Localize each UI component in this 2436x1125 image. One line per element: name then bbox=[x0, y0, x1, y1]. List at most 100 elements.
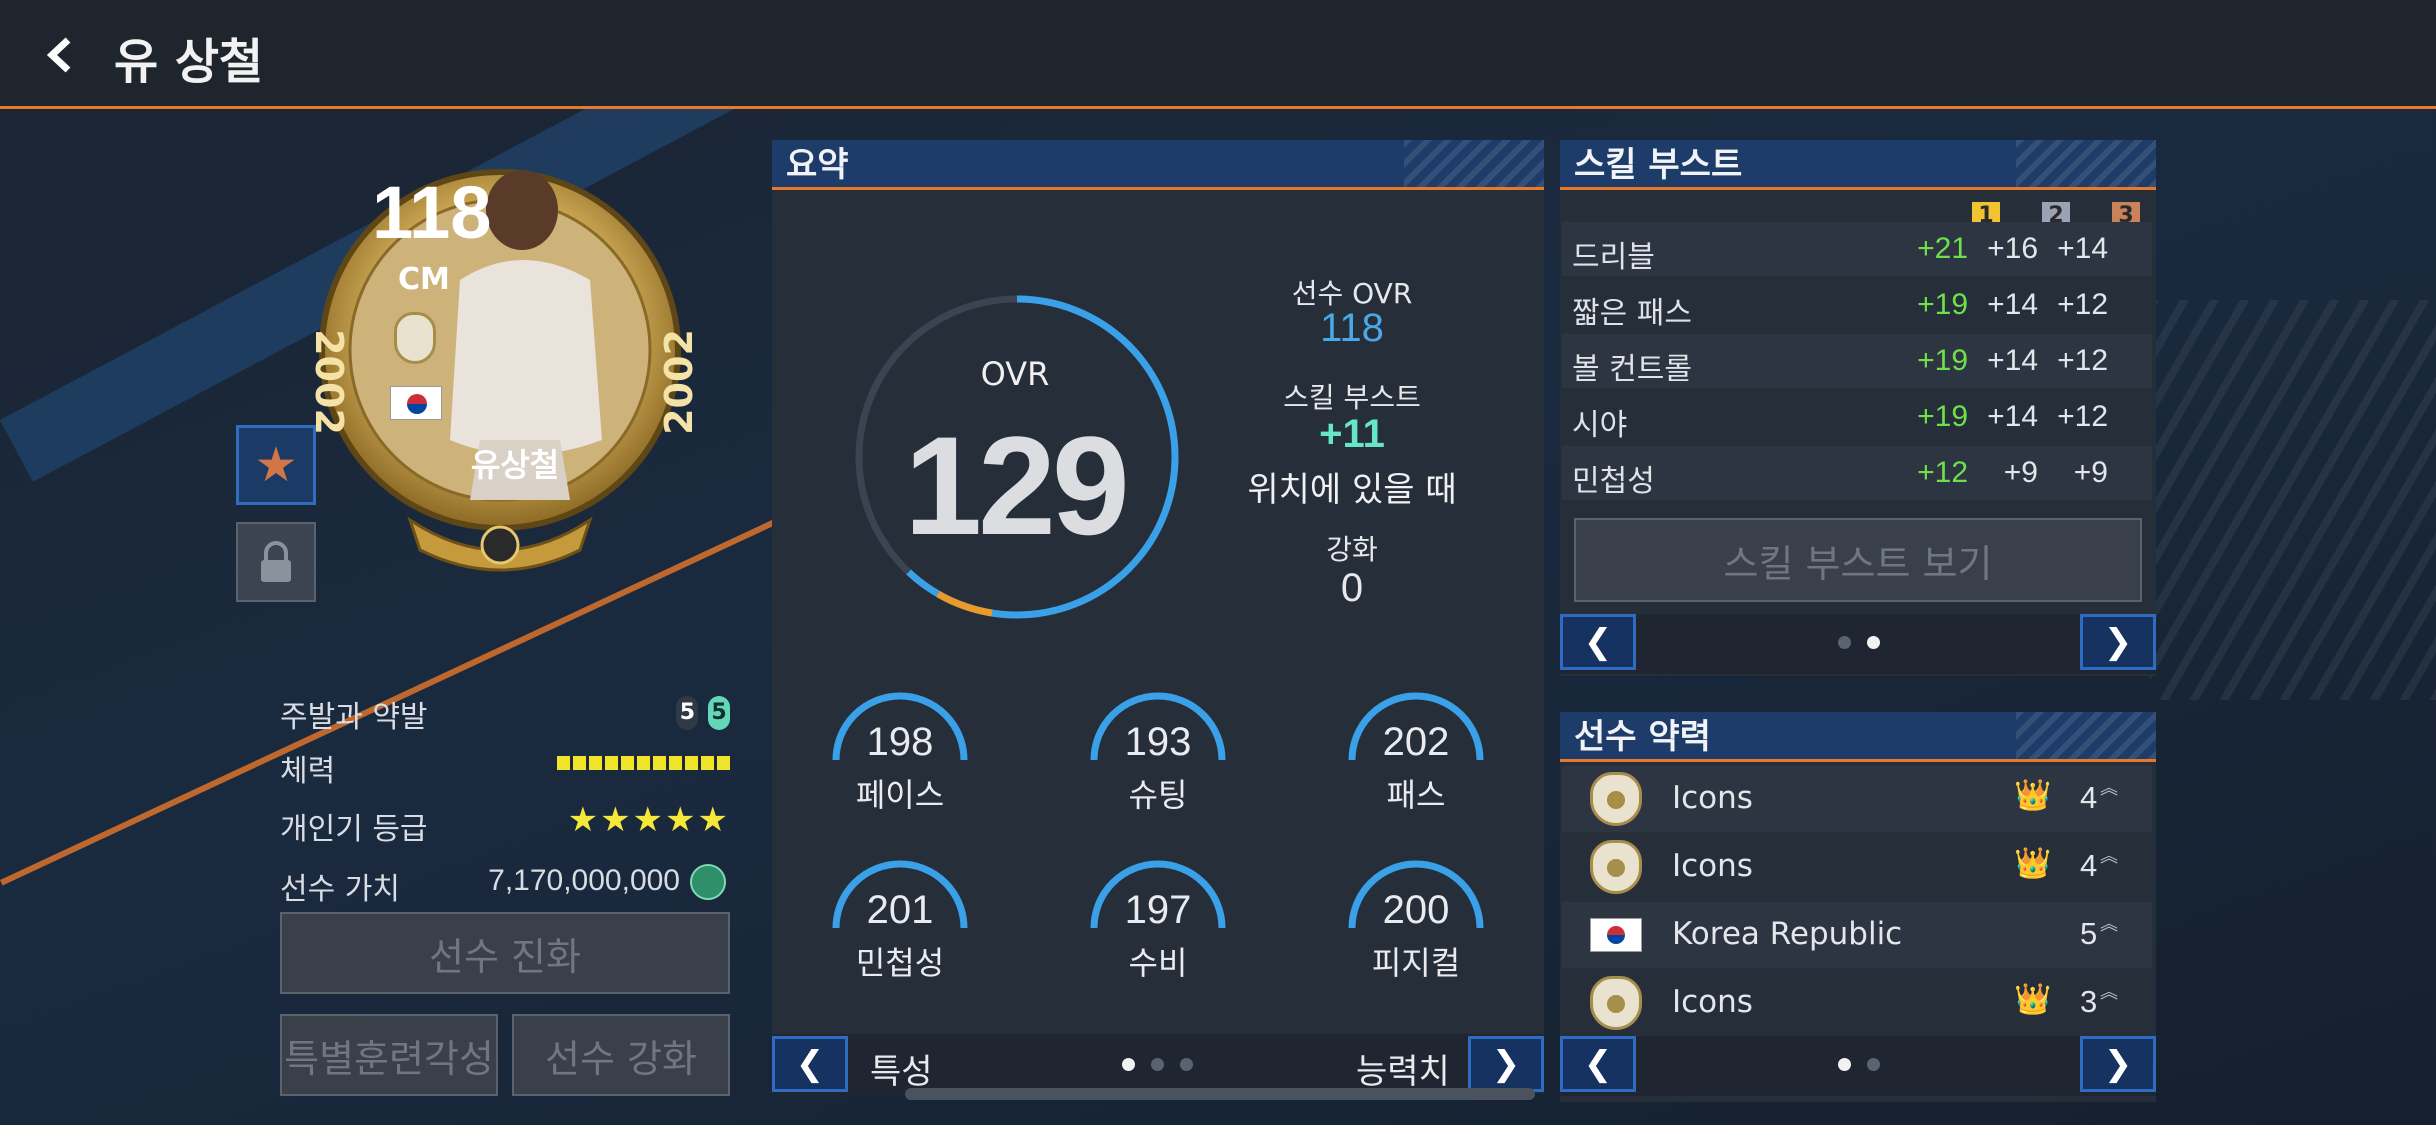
card-year-left: 2002 bbox=[306, 329, 351, 435]
skill-boost-tier-2-value: +14 bbox=[1987, 344, 2038, 377]
summary-next-button[interactable]: ❯ bbox=[1468, 1036, 1544, 1092]
icons-badge-icon bbox=[1590, 976, 1642, 1030]
chemistry-name: Icons bbox=[1672, 984, 1753, 1020]
foot-values: 5 5 bbox=[676, 692, 730, 730]
skill-boost-prev-button[interactable]: ❮ bbox=[1560, 614, 1636, 670]
chevron-right-icon: ❯ bbox=[2103, 1044, 2133, 1084]
lock-button[interactable] bbox=[236, 522, 316, 602]
info-value-row: 선수 가치 7,170,000,000 bbox=[280, 864, 730, 907]
chemistry-name: Korea Republic bbox=[1672, 916, 1903, 952]
stat-value: 193 bbox=[1124, 720, 1192, 764]
icons-badge-icon bbox=[1590, 840, 1642, 894]
skill-boost-next-button[interactable]: ❯ bbox=[2080, 614, 2156, 670]
skill-boost-row: 볼 컨트롤 +19 +14 +12 bbox=[1562, 334, 2152, 388]
chemistry-level: 3 bbox=[2080, 984, 2098, 1019]
skill-boost-tier-3-value: +12 bbox=[2057, 400, 2108, 433]
enhance-button[interactable]: 선수 강화 bbox=[512, 1014, 730, 1096]
stat-name: 피지컬 bbox=[1371, 944, 1461, 982]
chevron-left-icon: ❮ bbox=[795, 1044, 825, 1084]
skill-boost-tier-2-value: +9 bbox=[2003, 456, 2038, 489]
chevron-left-icon: ❮ bbox=[1583, 622, 1613, 662]
skill-boost-tier-1-value: +19 bbox=[1917, 400, 1968, 433]
favorite-button[interactable]: ★ bbox=[236, 425, 316, 505]
back-button[interactable] bbox=[40, 30, 80, 80]
stat-value: 202 bbox=[1382, 720, 1450, 764]
weak-foot-badge: 5 bbox=[708, 696, 730, 730]
skill-boost-tier-2-value: +14 bbox=[1987, 288, 2038, 321]
skill-boost-name: 드리블 bbox=[1572, 240, 1655, 275]
chemistry-page-dots bbox=[1838, 1058, 1880, 1071]
foot-label: 주발과 약발 bbox=[280, 700, 428, 735]
ovr-value: 129 bbox=[904, 407, 1130, 564]
traits-tab-label[interactable]: 특성 bbox=[870, 1044, 933, 1093]
skill-boost-tier-3-value: +12 bbox=[2057, 288, 2108, 321]
stat-name: 페이스 bbox=[855, 776, 945, 814]
chemistry-title: 선수 약력 bbox=[1574, 717, 1711, 757]
chemistry-name: Icons bbox=[1672, 848, 1753, 884]
skill-boost-row: 민첩성 +12 +9 +9 bbox=[1562, 446, 2152, 500]
player-ovr-value: 118 bbox=[1320, 306, 1384, 350]
chemistry-prev-button[interactable]: ❮ bbox=[1560, 1036, 1636, 1092]
skill-boost-name: 볼 컨트롤 bbox=[1572, 352, 1692, 387]
abilities-tab-label[interactable]: 능력치 bbox=[1356, 1044, 1450, 1093]
chemistry-row[interactable]: Icons 👑 3 ︽ bbox=[1562, 970, 2152, 1036]
skill-boost-tier-1-value: +21 bbox=[1917, 232, 1968, 265]
skill-boost-title: 스킬 부스트 bbox=[1574, 145, 1743, 185]
page-title: 유 상철 bbox=[114, 34, 264, 90]
chemistry-header: 선수 약력 bbox=[1560, 712, 2156, 762]
chemistry-next-button[interactable]: ❯ bbox=[2080, 1036, 2156, 1092]
level-up-icon: ︽ bbox=[2100, 778, 2118, 799]
icons-badge-icon bbox=[1590, 772, 1642, 826]
skill-boost-row: 짧은 패스 +19 +14 +12 bbox=[1562, 278, 2152, 332]
stamina-segment bbox=[669, 756, 682, 770]
skill-boost-nav-bar: ❮ ❯ bbox=[1560, 614, 2156, 674]
page-dot bbox=[1151, 1058, 1164, 1071]
stamina-segment bbox=[701, 756, 714, 770]
page-dot-active bbox=[1867, 636, 1880, 649]
stat-name: 슈팅 bbox=[1128, 776, 1188, 814]
stamina-segment bbox=[605, 756, 618, 770]
summary-prev-button[interactable]: ❮ bbox=[772, 1036, 848, 1092]
level-up-icon: ︽ bbox=[2100, 846, 2118, 867]
lock-icon bbox=[261, 541, 291, 582]
chemistry-nav-bar: ❮ ❯ bbox=[1560, 1036, 2156, 1096]
skill-boost-name: 짧은 패스 bbox=[1572, 296, 1692, 331]
jersey-icon bbox=[690, 864, 726, 900]
chemistry-row[interactable]: Icons 👑 4 ︽ bbox=[1562, 834, 2152, 900]
horizontal-scrollbar[interactable] bbox=[905, 1088, 1535, 1100]
chemistry-name: Icons bbox=[1672, 780, 1753, 816]
info-reputation-row: 개인기 등급 ★★★★★ bbox=[280, 800, 730, 847]
skill-boost-tier-3-value: +12 bbox=[2057, 344, 2108, 377]
skill-boost-name: 민첩성 bbox=[1572, 464, 1655, 499]
level-up-icon: ︽ bbox=[2100, 914, 2118, 935]
stat-value: 200 bbox=[1382, 888, 1450, 932]
stamina-segment bbox=[589, 756, 602, 770]
page-dot bbox=[1180, 1058, 1193, 1071]
reputation-stars: ★★★★★ bbox=[567, 800, 730, 840]
stat-item: 197 수비 bbox=[1078, 858, 1238, 988]
view-skill-boost-button[interactable]: 스킬 부스트 보기 bbox=[1574, 518, 2142, 602]
page-dot bbox=[1867, 1058, 1880, 1071]
chemistry-row[interactable]: Icons 👑 4 ︽ bbox=[1562, 766, 2152, 832]
stamina-segment bbox=[621, 756, 634, 770]
skill-boost-row: 드리블 +21 +16 +14 bbox=[1562, 222, 2152, 276]
card-ovr: 118 bbox=[372, 171, 492, 254]
evolve-button[interactable]: 선수 진화 bbox=[280, 912, 730, 994]
upgrade-label: 강화 bbox=[1326, 533, 1378, 566]
player-card[interactable]: 118 CM 2002 2002 유상철 bbox=[290, 140, 710, 580]
stat-name: 민첩성 bbox=[855, 944, 945, 982]
crown-icon: 👑 bbox=[2014, 778, 2052, 813]
level-up-icon: ︽ bbox=[2100, 982, 2118, 1003]
special-training-button[interactable]: 특별훈련각성 bbox=[280, 1014, 498, 1096]
chevron-right-icon: ❯ bbox=[2103, 622, 2133, 662]
stamina-segment bbox=[653, 756, 666, 770]
stat-item: 193 슈팅 bbox=[1078, 690, 1238, 820]
chemistry-level: 4 bbox=[2080, 780, 2098, 815]
icons-badge-icon bbox=[394, 312, 436, 364]
page-dot bbox=[1838, 636, 1851, 649]
stat-item: 200 피지컬 bbox=[1336, 858, 1496, 988]
page-dot-active bbox=[1122, 1058, 1135, 1071]
info-stamina-row: 체력 bbox=[280, 746, 730, 789]
chemistry-row[interactable]: Korea Republic 5 ︽ bbox=[1562, 902, 2152, 968]
stat-item: 198 페이스 bbox=[820, 690, 980, 820]
